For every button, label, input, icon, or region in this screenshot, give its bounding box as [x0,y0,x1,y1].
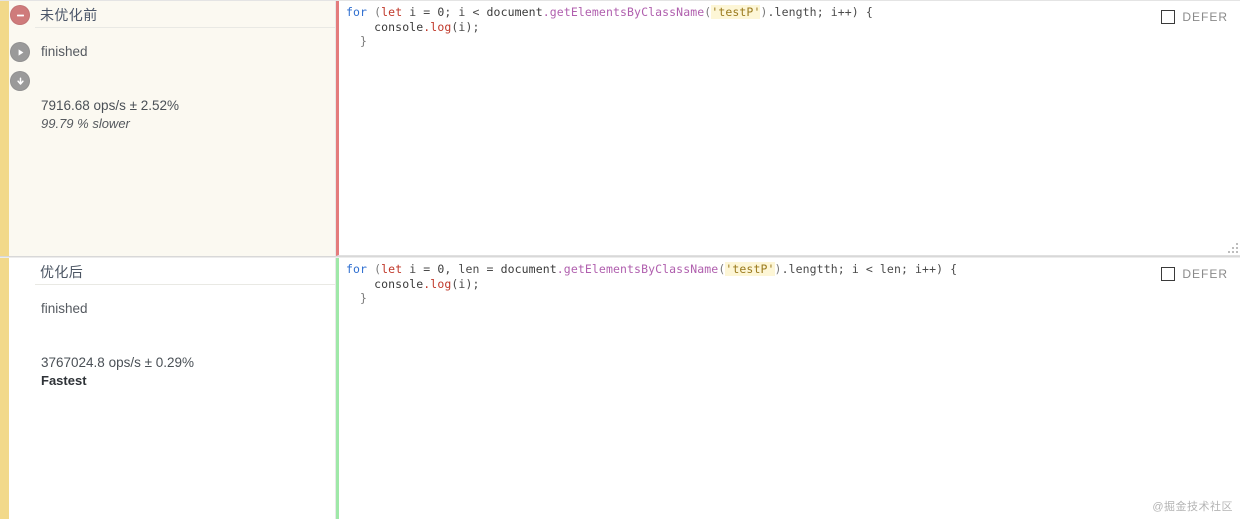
title-divider [35,27,335,28]
test-status: finished [41,44,88,59]
test-result-block: 7916.68 ops/s ± 2.52% 99.79 % slower [41,97,179,133]
test-info-column: 优化后 finished 3767024.8 ops/s ± 0.29% Fas… [35,258,336,519]
defer-checkbox[interactable] [1161,10,1176,24]
test-title[interactable]: 优化后 [40,262,83,282]
move-down-icon[interactable] [10,71,30,91]
run-test-icon[interactable] [10,42,30,62]
defer-control[interactable]: DEFER [1161,10,1228,24]
code-snippet[interactable]: for (let i = 0; i < document.getElements… [339,1,1240,49]
row-icon-rail [9,258,35,519]
test-case-row: 未优化前 finished 7916.68 ops/s ± 2.52% 99.7… [0,0,1240,257]
code-editor[interactable]: for (let i = 0, len = document.getElemen… [336,258,1240,519]
test-title[interactable]: 未优化前 [40,5,98,25]
row-accent-strip [0,1,9,256]
relative-rank: 99.79 % slower [41,116,130,131]
ops-per-second: 3767024.8 ops/s ± 0.29% [41,355,195,370]
defer-control[interactable]: DEFER [1161,267,1228,281]
watermark: @掘金技术社区 [1152,501,1233,513]
test-status: finished [41,301,88,316]
test-code-column: for (let i = 0, len = document.getElemen… [336,258,1240,519]
code-resize-grip[interactable] [1226,241,1238,253]
test-result-block: 3767024.8 ops/s ± 0.29% Fastest [41,354,194,390]
ops-per-second: 7916.68 ops/s ± 2.52% [41,98,180,113]
defer-checkbox[interactable] [1161,267,1176,281]
remove-test-icon[interactable] [10,5,30,25]
relative-rank: Fastest [41,373,87,388]
defer-label: DEFER [1182,10,1228,24]
code-snippet[interactable]: for (let i = 0, len = document.getElemen… [339,258,1240,306]
title-divider [35,284,335,285]
test-info-column: 未优化前 finished 7916.68 ops/s ± 2.52% 99.7… [35,1,336,256]
test-code-column: for (let i = 0; i < document.getElements… [336,1,1240,256]
test-case-row: 优化后 finished 3767024.8 ops/s ± 0.29% Fas… [0,257,1240,519]
code-editor[interactable]: for (let i = 0; i < document.getElements… [336,1,1240,256]
row-accent-strip [0,258,9,519]
defer-label: DEFER [1182,267,1228,281]
row-icon-rail [9,1,35,256]
